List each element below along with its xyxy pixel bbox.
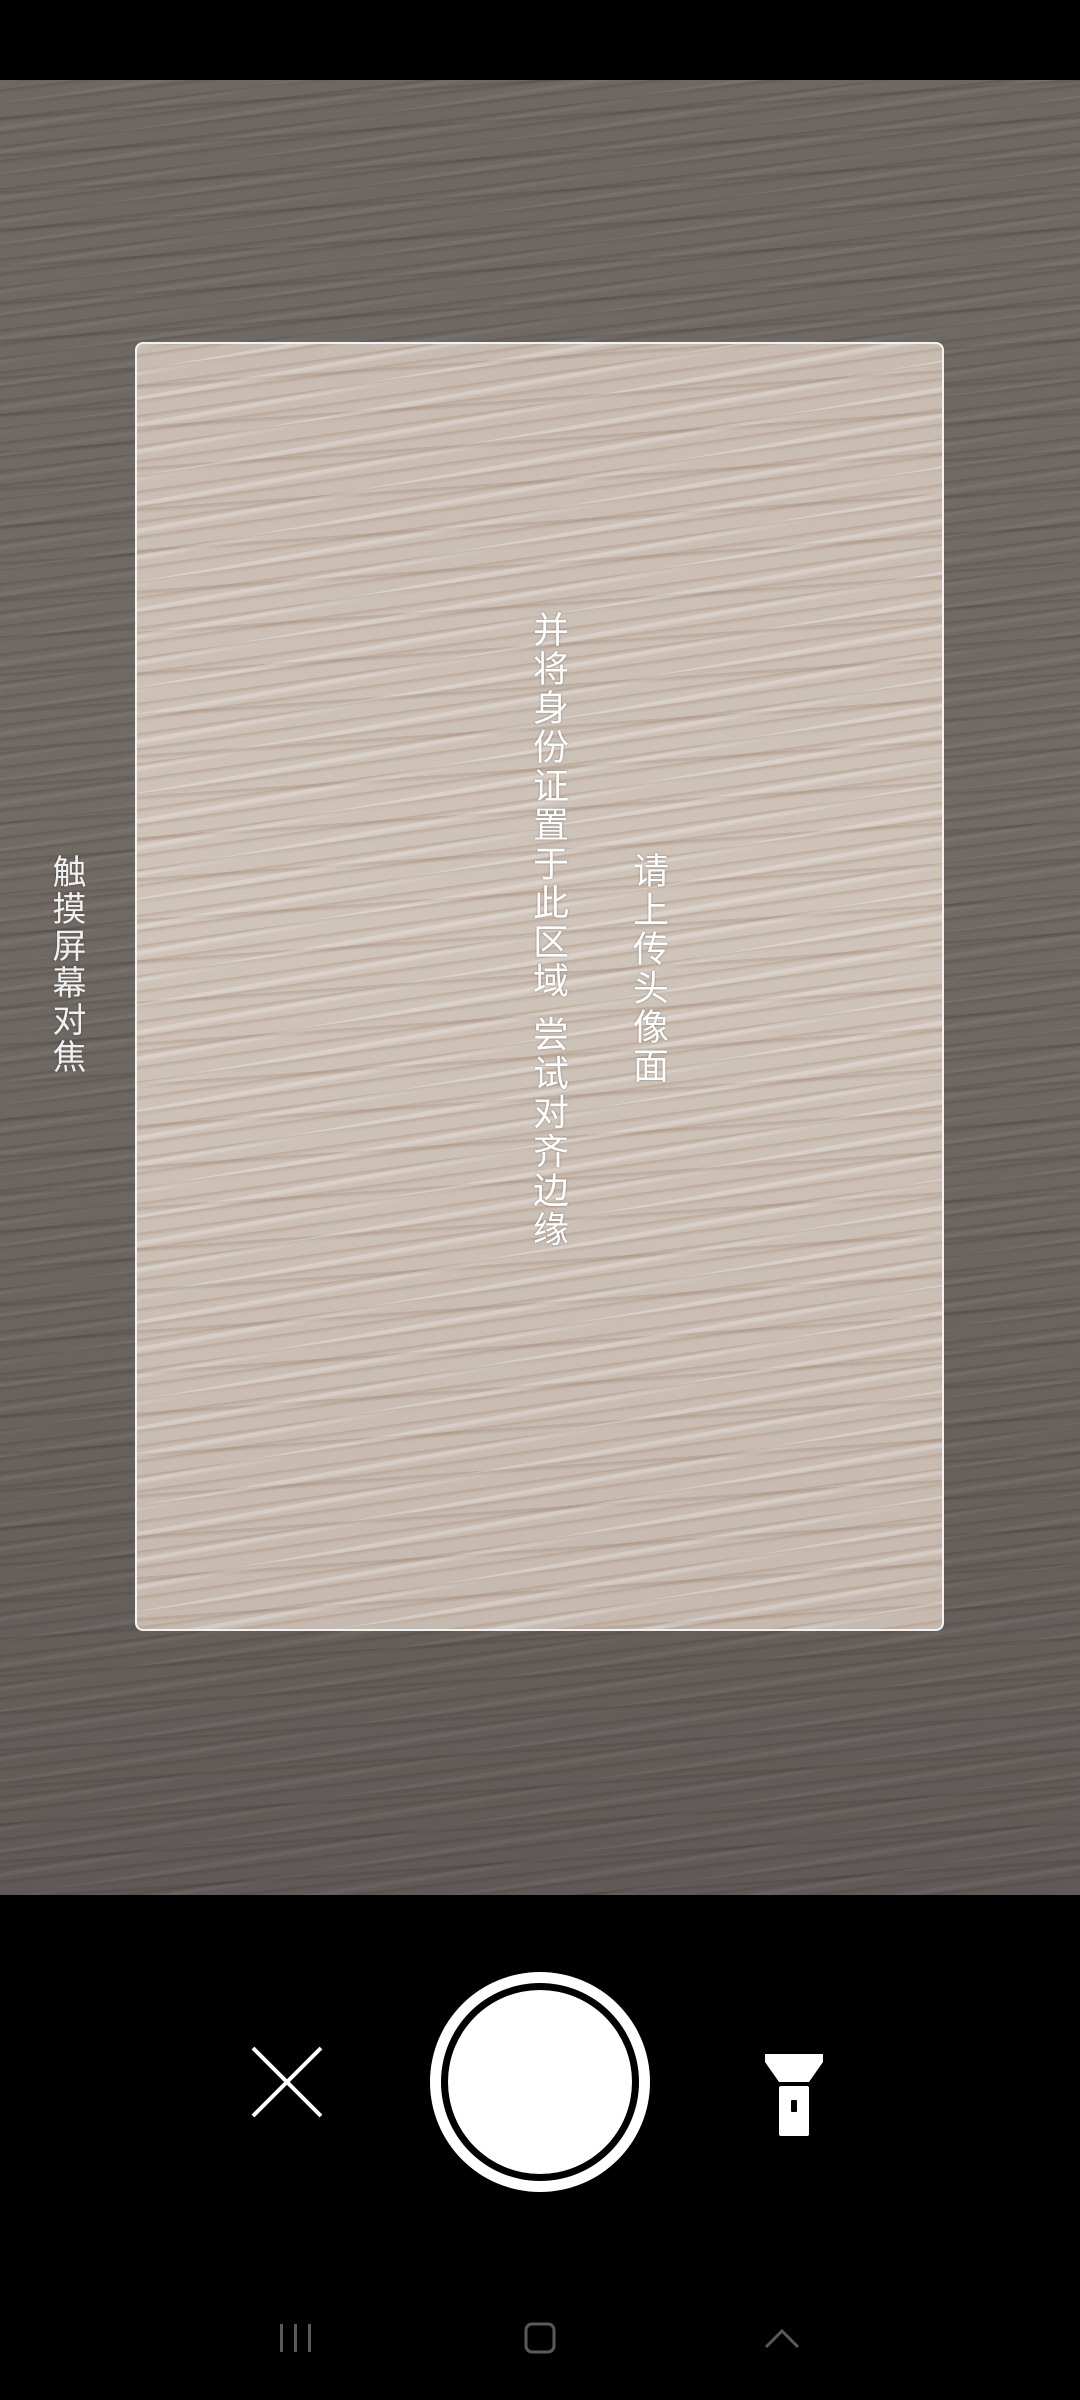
- home-button[interactable]: [510, 2310, 570, 2366]
- close-button[interactable]: [247, 2042, 327, 2122]
- flashlight-icon: [765, 2054, 823, 2136]
- chevron-up-icon: [764, 2328, 800, 2349]
- close-icon: [251, 2046, 323, 2118]
- shutter-button[interactable]: [430, 1972, 650, 2192]
- flashlight-button[interactable]: [756, 2050, 832, 2140]
- shutter-icon: [448, 1990, 632, 2174]
- back-button[interactable]: [752, 2310, 812, 2366]
- recents-icon: [280, 2324, 311, 2352]
- home-icon: [524, 2322, 556, 2354]
- status-bar: [0, 0, 1080, 80]
- align-edges-hint: 并将身份证置于此区域 尝试对齐边缘: [527, 611, 568, 1250]
- upload-front-hint: 请上传头像面: [627, 852, 668, 1086]
- recents-button[interactable]: [266, 2310, 326, 2366]
- tap-to-focus-hint: 触摸屏幕对焦: [46, 854, 86, 1076]
